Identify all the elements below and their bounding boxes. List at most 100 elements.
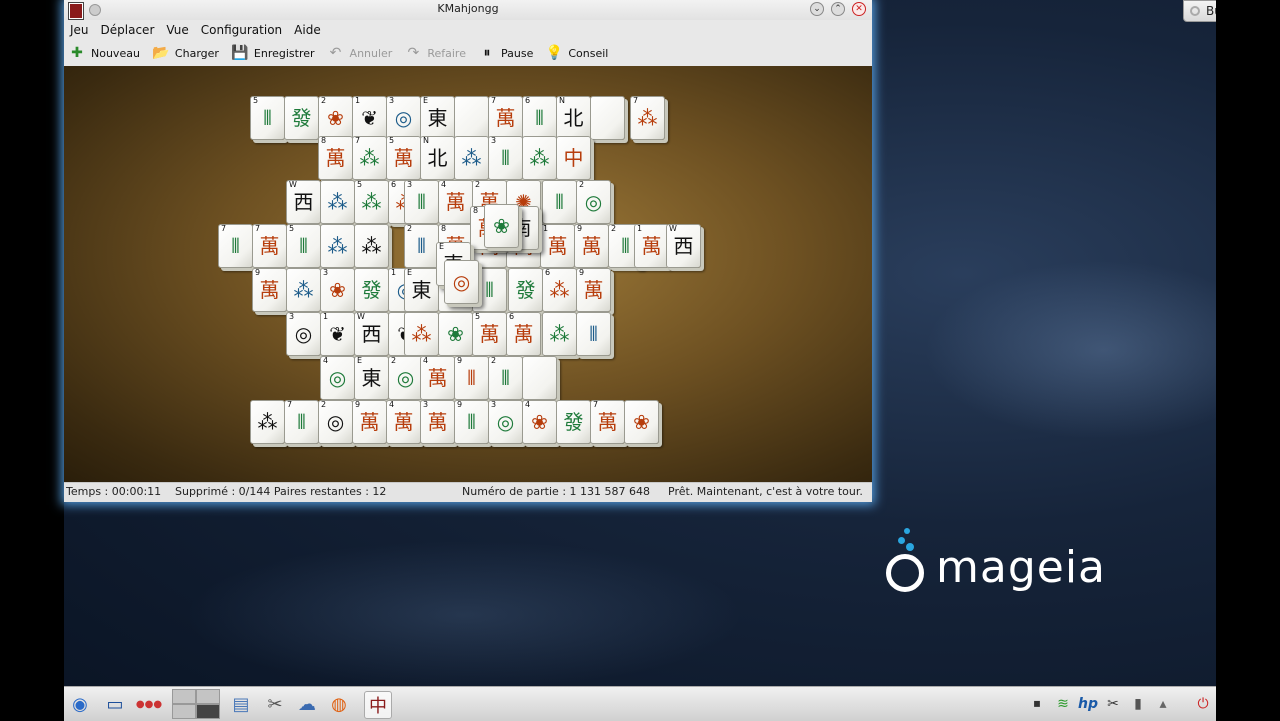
stop-icon[interactable]: ⏹ (1026, 693, 1048, 715)
system-settings-icon[interactable]: ✂ (262, 691, 288, 717)
mahjong-tile[interactable]: 1 ❦ (320, 312, 355, 356)
mahjong-tile[interactable]: 2 ◎ (318, 400, 353, 444)
mahjong-tile[interactable]: E東 (420, 96, 455, 140)
kmahjongg-task-icon[interactable]: 中 (364, 691, 392, 719)
menu-vue[interactable]: Vue (160, 23, 194, 37)
redo-button[interactable]: ↷ Refaire (400, 42, 474, 64)
wifi-icon[interactable]: ≋ (1052, 693, 1074, 715)
mahjong-tile[interactable]: 5 ⦀ (286, 224, 321, 268)
desktop-activity-button[interactable]: Bureau (1183, 0, 1216, 22)
mahjong-tile[interactable]: 2 ◎ (576, 180, 611, 224)
mahjong-tile[interactable]: E東 (404, 268, 439, 312)
mahjong-tile[interactable]: 7 ⁂ (352, 136, 387, 180)
expand-tray-icon[interactable]: ▴ (1152, 693, 1174, 715)
mahjong-tile[interactable]: N北 (556, 96, 591, 140)
mahjong-tile[interactable]: 發 (354, 268, 389, 312)
mahjong-tile[interactable]: ⁂ (320, 180, 355, 224)
activities-icon[interactable]: ●●● (136, 691, 162, 717)
app-menu-icon[interactable]: ◉ (67, 691, 93, 717)
mahjong-tile[interactable]: 5萬 (386, 136, 421, 180)
mahjong-tile[interactable]: 發 (556, 400, 591, 444)
close-button[interactable]: ✕ (852, 2, 866, 16)
mahjong-tile[interactable]: ⁂ (454, 136, 489, 180)
mahjong-tile[interactable]: 7 ⦀ (218, 224, 253, 268)
load-button[interactable]: 📂 Charger (148, 42, 227, 64)
mahjong-tile[interactable]: 3 ◎ (488, 400, 523, 444)
mahjong-tile[interactable]: 9 ⦀ (454, 356, 489, 400)
save-button[interactable]: 💾 Enregistrer (227, 42, 323, 64)
mahjong-tile[interactable]: 3 ❀ (320, 268, 355, 312)
pause-button[interactable]: ⏸ Pause (474, 42, 541, 64)
mahjong-tile[interactable]: 1萬 (634, 224, 669, 268)
mahjong-tile[interactable]: 6⁂ (542, 268, 577, 312)
mahjong-tile[interactable]: ⁂ (250, 400, 285, 444)
mahjong-tile[interactable]: 4 ❀ (522, 400, 557, 444)
minimize-button[interactable]: ⌄ (810, 2, 824, 16)
mahjong-tile[interactable]: 8萬 (318, 136, 353, 180)
mahjong-tile[interactable]: 4萬 (438, 180, 473, 224)
title-bar[interactable]: KMahjongg ⌄ ⌃ ✕ (64, 0, 872, 20)
virtual-desktop-pager[interactable] (172, 689, 220, 719)
mahjong-tile[interactable]: ⦀ (542, 180, 577, 224)
menu-aide[interactable]: Aide (288, 23, 327, 37)
mahjong-tile[interactable]: ⁂ (522, 136, 557, 180)
mahjong-tile[interactable]: 4萬 (420, 356, 455, 400)
file-manager-icon[interactable]: ▤ (228, 691, 254, 717)
mahjong-tile[interactable]: 3 ⦀ (404, 180, 439, 224)
mahjong-tile[interactable]: ⁂ (404, 312, 439, 356)
mahjong-tile[interactable]: ⁂ (320, 224, 355, 268)
clipboard-icon[interactable]: ✂ (1102, 693, 1124, 715)
mahjong-tile[interactable]: 9萬 (576, 268, 611, 312)
mahjong-tile[interactable]: 6萬 (506, 312, 541, 356)
mahjong-tile[interactable]: ◎ (444, 260, 479, 304)
mahjong-tile[interactable]: 7 ⦀ (284, 400, 319, 444)
mahjong-tile[interactable]: W西 (666, 224, 701, 268)
menu-jeu[interactable]: Jeu (64, 23, 95, 37)
hint-button[interactable]: 💡 Conseil (541, 42, 616, 64)
mahjong-tile[interactable]: 5 ⁂ (354, 180, 389, 224)
mahjong-tile[interactable]: ⁂ (354, 224, 389, 268)
mahjong-tile[interactable]: 1 ❦ (352, 96, 387, 140)
mahjong-tile[interactable]: 2 ⦀ (404, 224, 439, 268)
mahjong-tile[interactable]: W西 (354, 312, 389, 356)
mahjong-tile[interactable]: 3 ◎ (386, 96, 421, 140)
mahjong-tile[interactable]: 3 ◎ (286, 312, 321, 356)
mahjong-tile[interactable]: 2 ◎ (388, 356, 423, 400)
mahjong-tile[interactable]: 中 (556, 136, 591, 180)
mahjong-tile[interactable]: 9萬 (252, 268, 287, 312)
mahjong-tile[interactable] (454, 96, 489, 140)
mahjong-tile[interactable]: 發 (508, 268, 543, 312)
mahjong-tile[interactable]: 6 ⦀ (522, 96, 557, 140)
mahjong-tile[interactable]: 3萬 (420, 400, 455, 444)
mahjong-tile[interactable]: 7萬 (488, 96, 523, 140)
mahjong-tile[interactable]: ❀ (438, 312, 473, 356)
mahjong-tile[interactable]: 7 ⁂ (630, 96, 665, 140)
mahjong-tile[interactable]: ⦀ (576, 312, 611, 356)
mahjong-tile[interactable]: 發 (284, 96, 319, 140)
mahjong-tile[interactable]: ⁂ (286, 268, 321, 312)
firefox-icon[interactable]: ◍ (326, 691, 352, 717)
network-connection-icon[interactable]: ☁ (294, 691, 320, 717)
mahjong-tile[interactable]: 2 ⦀ (488, 356, 523, 400)
mahjong-tile[interactable]: 2 ❀ (318, 96, 353, 140)
mahjong-tile[interactable]: 7萬 (252, 224, 287, 268)
battery-icon[interactable]: ▮ (1127, 693, 1149, 715)
show-desktop-icon[interactable]: ▭ (102, 691, 128, 717)
mahjong-tile[interactable]: 9萬 (574, 224, 609, 268)
mahjong-tile[interactable]: ❀ (624, 400, 659, 444)
mahjong-tile[interactable]: ⁂ (542, 312, 577, 356)
new-game-button[interactable]: ✚ Nouveau (64, 42, 148, 64)
maximize-button[interactable]: ⌃ (831, 2, 845, 16)
mahjong-tile[interactable]: E東 (354, 356, 389, 400)
mahjong-tile[interactable]: 5 ⦀ (250, 96, 285, 140)
menu-deplacer[interactable]: Déplacer (95, 23, 161, 37)
mahjong-tile[interactable]: 4萬 (386, 400, 421, 444)
menu-configuration[interactable]: Configuration (195, 23, 288, 37)
mahjong-tile[interactable]: 5萬 (472, 312, 507, 356)
mahjong-tile[interactable]: W西 (286, 180, 321, 224)
mahjong-tile[interactable]: 7萬 (590, 400, 625, 444)
mahjong-tile[interactable]: 4 ◎ (320, 356, 355, 400)
undo-button[interactable]: ↶ Annuler (323, 42, 401, 64)
mahjong-tile[interactable]: N北 (420, 136, 455, 180)
power-icon[interactable]: ⏻ (1192, 693, 1214, 715)
